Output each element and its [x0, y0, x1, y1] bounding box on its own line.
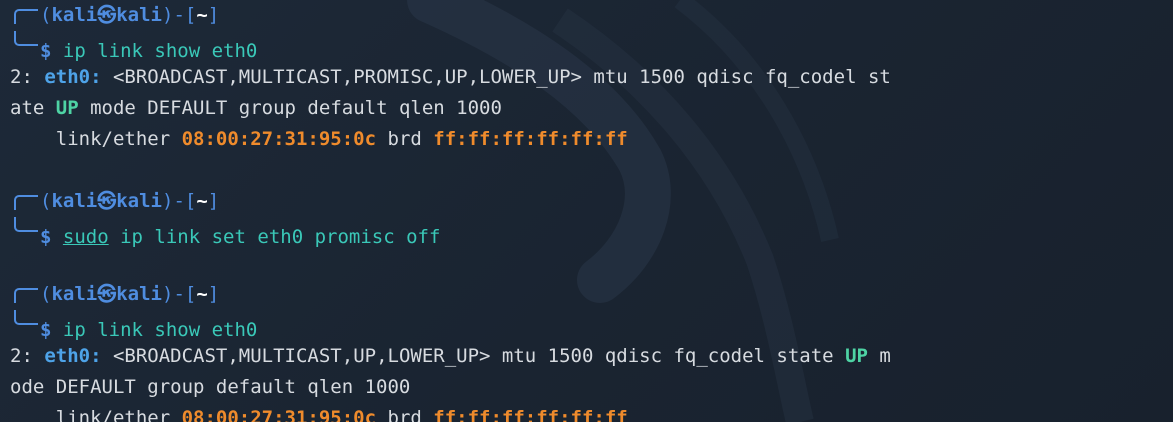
terminal-output: (kali㉿kali)-[~] $ ip link show eth0 2: e… [10, 0, 1170, 422]
prompt-close: )-[ [162, 190, 197, 212]
prompt-dir: ~ [196, 283, 208, 305]
output-text: m [867, 345, 891, 367]
prompt-dollar: $ [40, 319, 52, 341]
output-line: ode DEFAULT group default qlen 1000 [10, 372, 1170, 403]
prompt-at-symbol: ㉿ [97, 4, 117, 26]
state-up-badge: UP [55, 97, 79, 119]
prompt-corner-icon [14, 288, 38, 303]
mac-address: 08:00:27:31:95:0c [181, 128, 377, 150]
prompt-user: kali [51, 4, 98, 26]
prompt-host: kali [116, 4, 162, 26]
command-text: ip link show eth0 [62, 40, 258, 62]
prompt-line-3: (kali㉿kali)-[~] [10, 279, 1170, 310]
command-line-2: $ sudo ip link set eth0 promisc off [10, 217, 1170, 248]
prompt-close: )-[ [162, 4, 197, 26]
prompt-open: ( [40, 4, 52, 26]
broadcast-address: ff:ff:ff:ff:ff:ff [433, 407, 628, 422]
output-prefix: 2: [10, 66, 45, 88]
output-text: <BROADCAST,MULTICAST,PROMISC,UP,LOWER_UP… [101, 66, 891, 88]
terminal-window[interactable]: (kali㉿kali)-[~] $ ip link show eth0 2: e… [0, 0, 1173, 422]
prompt-end: ] [207, 283, 220, 305]
prompt-at-symbol: ㉿ [97, 190, 117, 212]
command-text: ip link show eth0 [62, 319, 258, 341]
prompt-user: kali [51, 190, 98, 212]
prompt-close: )-[ [162, 283, 197, 305]
prompt-at-symbol: ㉿ [97, 283, 117, 305]
output-text: <BROADCAST,MULTICAST,UP,LOWER_UP> mtu 15… [101, 345, 846, 367]
prompt-dir: ~ [196, 4, 208, 26]
prompt-corner-bottom-icon [14, 31, 38, 46]
output-text: link/ether [10, 128, 182, 150]
prompt-open: ( [40, 190, 52, 212]
output-text: brd [376, 407, 434, 422]
prompt-dollar: $ [40, 40, 52, 62]
command-text: ip link set eth0 promisc off [108, 226, 441, 248]
output-text: link/ether [10, 407, 182, 422]
prompt-open: ( [40, 283, 52, 305]
output-line: link/ether 08:00:27:31:95:0c brd ff:ff:f… [10, 403, 1170, 422]
prompt-user: kali [51, 283, 98, 305]
output-text: mode DEFAULT group default qlen 1000 [78, 97, 502, 119]
prompt-corner-icon [14, 195, 38, 210]
interface-name: eth0: [44, 66, 102, 88]
prompt-corner-icon [14, 9, 38, 24]
prompt-corner-bottom-icon [14, 217, 38, 232]
command-line-3: $ ip link show eth0 [10, 310, 1170, 341]
prompt-corner-bottom-icon [14, 310, 38, 325]
prompt-dollar: $ [40, 226, 52, 248]
output-line: ate UP mode DEFAULT group default qlen 1… [10, 93, 1170, 124]
mac-address: 08:00:27:31:95:0c [181, 407, 377, 422]
output-text: ode DEFAULT group default qlen 1000 [10, 376, 411, 398]
state-up-badge: UP [845, 345, 868, 367]
prompt-line-2: (kali㉿kali)-[~] [10, 186, 1170, 217]
output-line: 2: eth0: <BROADCAST,MULTICAST,PROMISC,UP… [10, 62, 1170, 93]
output-line: link/ether 08:00:27:31:95:0c brd ff:ff:f… [10, 124, 1170, 155]
sudo-command: sudo [62, 226, 109, 248]
prompt-host: kali [116, 190, 162, 212]
prompt-end: ] [207, 4, 220, 26]
output-text: ate [10, 97, 56, 119]
prompt-line-1: (kali㉿kali)-[~] [10, 0, 1170, 31]
output-prefix: 2: [10, 345, 45, 367]
prompt-host: kali [116, 283, 162, 305]
prompt-dir: ~ [196, 190, 208, 212]
broadcast-address: ff:ff:ff:ff:ff:ff [433, 128, 628, 150]
output-text: brd [376, 128, 434, 150]
output-line: 2: eth0: <BROADCAST,MULTICAST,UP,LOWER_U… [10, 341, 1170, 372]
command-line-1: $ ip link show eth0 [10, 31, 1170, 62]
prompt-end: ] [207, 190, 220, 212]
interface-name: eth0: [44, 345, 102, 367]
